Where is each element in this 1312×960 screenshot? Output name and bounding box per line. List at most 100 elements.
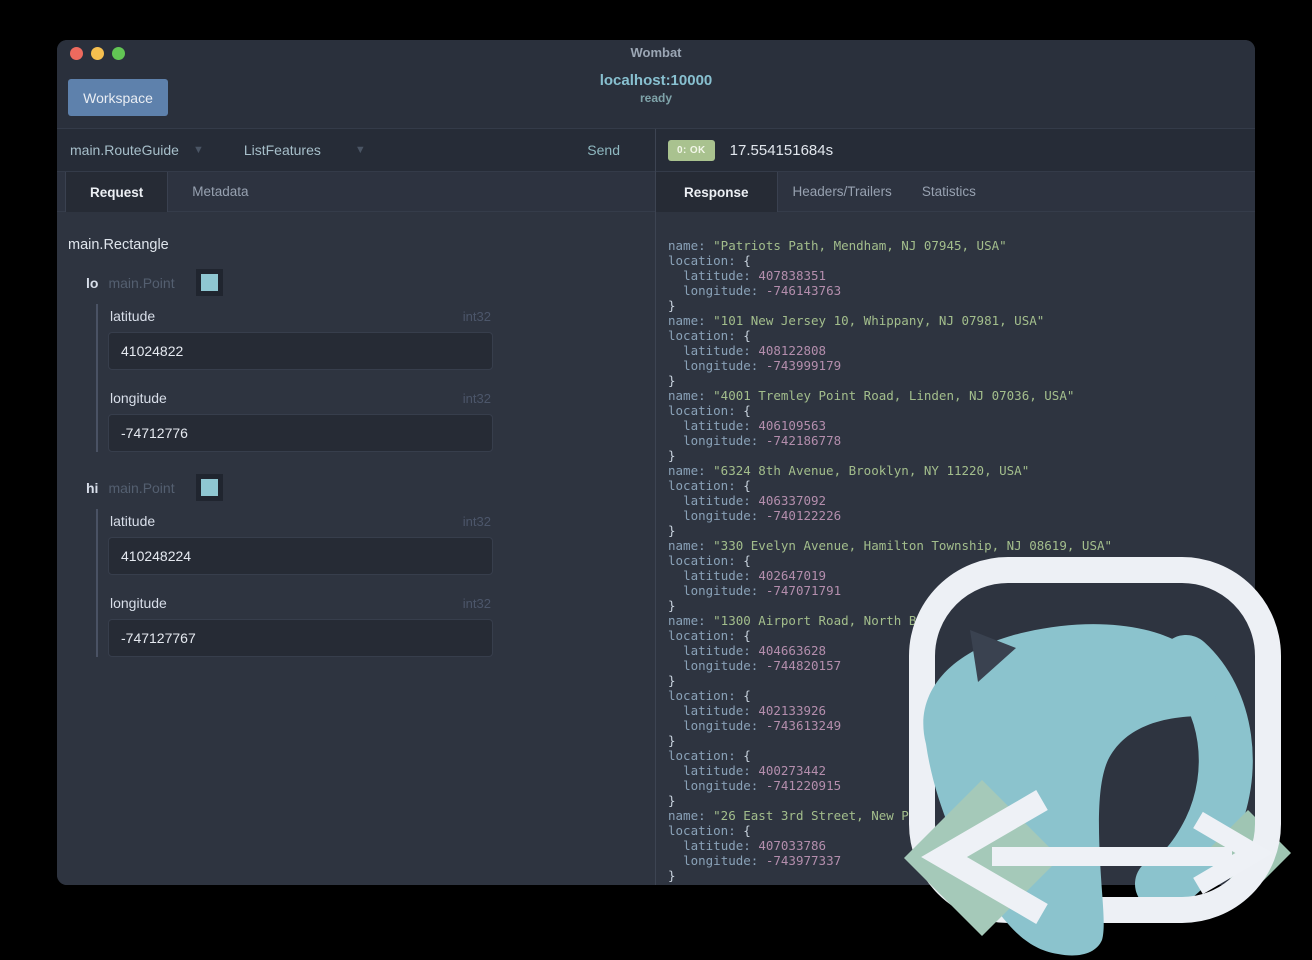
method-dropdown[interactable]: ListFeatures ▼ xyxy=(244,142,366,158)
field-label: latitude xyxy=(110,308,156,324)
response-line: location: { xyxy=(668,553,751,568)
field-type: int32 xyxy=(462,308,491,324)
lo-latitude-input[interactable] xyxy=(108,332,493,370)
form-field: latitude int32 xyxy=(108,509,493,575)
response-line: name: "101 New Jersey 10, Whippany, NJ 0… xyxy=(668,313,1045,328)
response-line: } xyxy=(668,523,676,538)
response-line: name: "Patriots Path, Mendham, NJ 07945,… xyxy=(668,238,1007,253)
response-line: longitude: -741220915 xyxy=(683,778,842,793)
response-line: location: { xyxy=(668,748,751,763)
field-group-header: lo main.Point xyxy=(86,269,655,296)
response-line: longitude: -747071791 xyxy=(683,583,842,598)
response-tabstrip: Response Headers/Trailers Statistics xyxy=(656,172,1255,212)
response-line: location: { xyxy=(668,823,751,838)
traffic-lights xyxy=(70,47,125,60)
response-line: longitude: -742186778 xyxy=(683,433,842,448)
form-field: longitude int32 xyxy=(108,591,493,657)
send-button[interactable]: Send xyxy=(587,142,620,158)
response-line: location: { xyxy=(668,688,751,703)
status-badge: 0: OK xyxy=(668,139,715,161)
response-content: name: "Patriots Path, Mendham, NJ 07945,… xyxy=(656,212,1255,885)
hi-longitude-input[interactable] xyxy=(108,619,493,657)
field-type: int32 xyxy=(462,390,491,406)
connection-status: ready xyxy=(639,91,673,105)
response-line: latitude: 402133926 xyxy=(683,703,827,718)
response-line: location: { xyxy=(668,328,751,343)
response-line: latitude: 406109563 xyxy=(683,418,827,433)
response-line: location: { xyxy=(668,253,751,268)
response-line: name: "1300 Airport Road, North Br xyxy=(668,613,924,628)
response-line: name: "4001 Tremley Point Road, Linden, … xyxy=(668,388,1075,403)
zoom-button[interactable] xyxy=(112,47,125,60)
header-bar: Workspace localhost:10000 ready xyxy=(57,66,1255,128)
main-split: main.RouteGuide ▼ ListFeatures ▼ Send Re… xyxy=(57,128,1255,885)
titlebar[interactable]: Wombat xyxy=(57,40,1255,66)
method-name: ListFeatures xyxy=(243,142,321,158)
hi-latitude-input[interactable] xyxy=(108,537,493,575)
field-type-label: main.Point xyxy=(108,274,175,291)
service-dropdown[interactable]: main.RouteGuide ▼ xyxy=(70,142,204,158)
request-content: main.Rectangle lo main.Point latitude in… xyxy=(57,212,655,885)
request-panel: main.RouteGuide ▼ ListFeatures ▼ Send Re… xyxy=(57,129,655,885)
field-label: latitude xyxy=(110,513,156,529)
app-window: Wombat Workspace localhost:10000 ready m… xyxy=(57,40,1255,885)
response-panel: 0: OK 17.554151684s Response Headers/Trai… xyxy=(656,129,1255,885)
response-line: } xyxy=(668,598,676,613)
response-line: name: "330 Evelyn Avenue, Hamilton Towns… xyxy=(668,538,1113,553)
response-line: longitude: -743613249 xyxy=(683,718,842,733)
host-address: localhost:10000 xyxy=(599,72,713,89)
field-type: int32 xyxy=(462,513,491,529)
response-line: latitude: 408122808 xyxy=(683,343,827,358)
tab-response[interactable]: Response xyxy=(656,172,778,212)
close-button[interactable] xyxy=(70,47,83,60)
response-line: latitude: 407033786 xyxy=(683,838,827,853)
method-bar: main.RouteGuide ▼ ListFeatures ▼ Send xyxy=(57,129,655,172)
response-line: } xyxy=(668,868,676,883)
point-checkbox-hi[interactable] xyxy=(195,474,223,501)
form-field: longitude int32 xyxy=(108,386,493,452)
chevron-down-icon: ▼ xyxy=(354,144,366,156)
request-form: main.Rectangle lo main.Point latitude in… xyxy=(57,212,655,657)
minimize-button[interactable] xyxy=(91,47,104,60)
response-line: name: "26 East 3rd Street, New Pr xyxy=(668,808,917,823)
response-line: location: { xyxy=(668,478,751,493)
response-output[interactable]: name: "Patriots Path, Mendham, NJ 07945,… xyxy=(656,212,1255,885)
response-line: location: { xyxy=(668,628,751,643)
response-line: } xyxy=(668,448,676,463)
tab-headers-trailers[interactable]: Headers/Trailers xyxy=(778,172,907,211)
tab-metadata[interactable]: Metadata xyxy=(168,172,272,211)
response-line: } xyxy=(668,793,676,808)
message-field-group: hi main.Point latitude int32 longitude i… xyxy=(68,474,655,657)
request-tabstrip: Request Metadata xyxy=(57,172,655,212)
response-line: longitude: -743999179 xyxy=(683,358,842,373)
response-line: longitude: -746143763 xyxy=(683,283,842,298)
response-line: longitude: -743977337 xyxy=(683,853,842,868)
tab-request[interactable]: Request xyxy=(65,172,169,212)
response-line: longitude: -744820157 xyxy=(683,658,842,673)
response-status-bar: 0: OK 17.554151684s xyxy=(656,129,1255,172)
screen: Wombat Workspace localhost:10000 ready m… xyxy=(0,0,1312,960)
lo-longitude-input[interactable] xyxy=(108,414,493,452)
field-name-label: hi xyxy=(86,479,99,496)
window-title: Wombat xyxy=(630,45,682,60)
field-group-body: latitude int32 longitude int32 xyxy=(96,509,493,657)
response-line: latitude: 406337092 xyxy=(683,493,827,508)
message-type-label: main.Rectangle xyxy=(68,237,169,253)
chevron-down-icon: ▼ xyxy=(192,144,204,156)
response-line: longitude: -740122226 xyxy=(683,508,842,523)
field-type-label: main.Point xyxy=(108,479,175,496)
tab-statistics[interactable]: Statistics xyxy=(907,172,991,211)
response-line: } xyxy=(668,373,676,388)
response-line: } xyxy=(668,673,676,688)
message-field-group: lo main.Point latitude int32 longitude i… xyxy=(68,269,655,452)
field-name-label: lo xyxy=(86,274,99,291)
duration-label: 17.554151684s xyxy=(729,141,834,159)
point-checkbox-lo[interactable] xyxy=(195,269,223,296)
connection-info: localhost:10000 ready xyxy=(57,72,1255,105)
checkbox-check xyxy=(200,274,218,291)
field-group-body: latitude int32 longitude int32 xyxy=(96,304,493,452)
response-line: name: "6324 8th Avenue, Brooklyn, NY 112… xyxy=(668,463,1030,478)
response-line: latitude: 404663628 xyxy=(683,643,827,658)
field-label: longitude xyxy=(110,390,167,406)
form-field: latitude int32 xyxy=(108,304,493,370)
